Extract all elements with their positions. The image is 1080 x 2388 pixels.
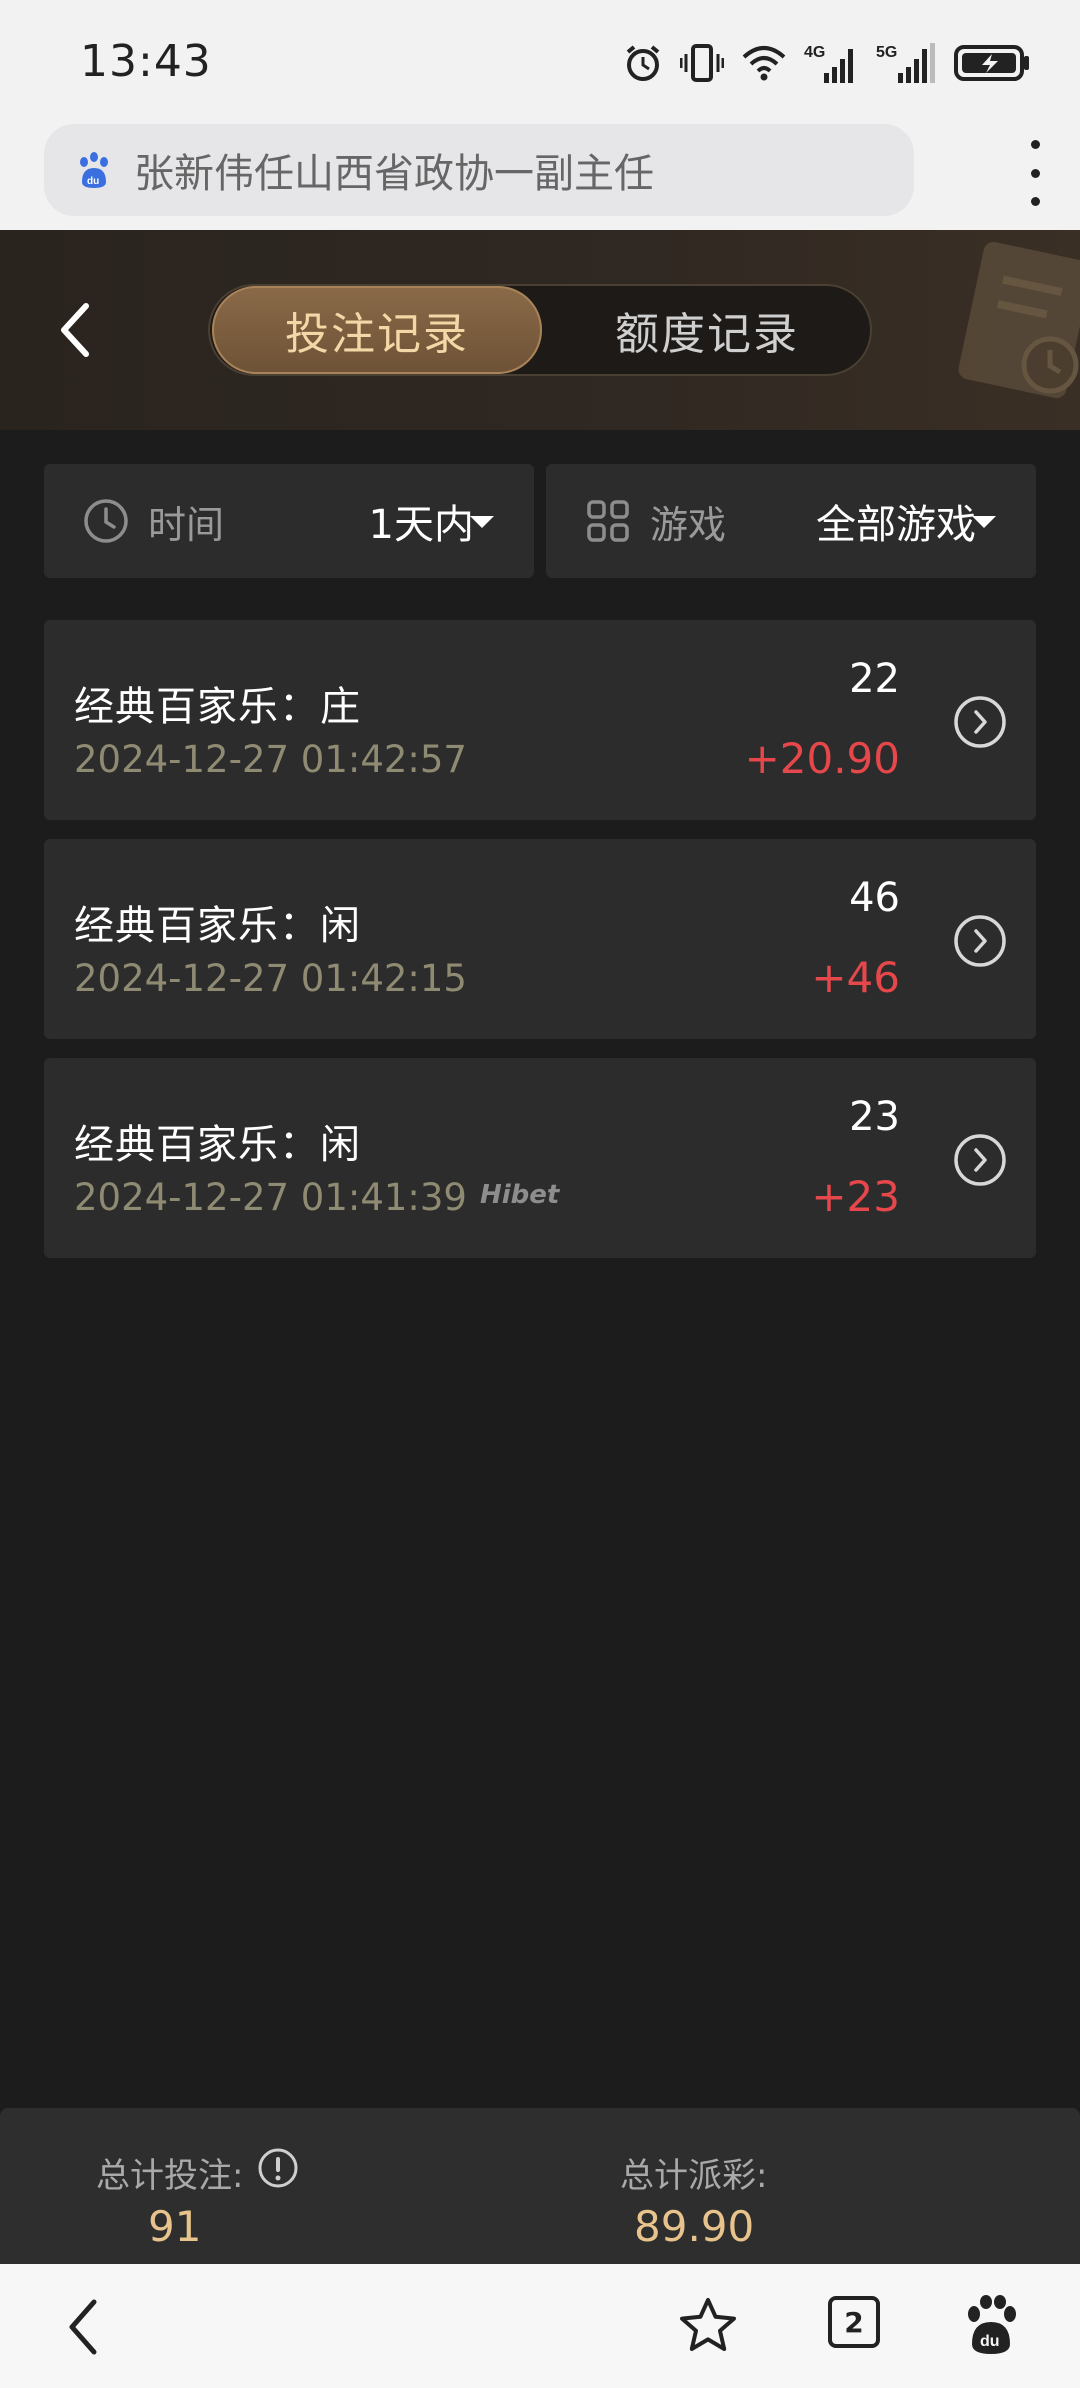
signal-5g-icon: 5G [876, 43, 935, 83]
svg-text:du: du [980, 2333, 1000, 2350]
baidu-home-icon[interactable]: du [960, 2294, 1022, 2356]
wifi-icon [742, 46, 786, 81]
record-title: 经典百家乐：闲 [74, 903, 361, 949]
time-filter-label: 时间 [148, 502, 225, 547]
total-bet-value: 91 [148, 2202, 202, 2251]
info-icon[interactable] [256, 2146, 300, 2190]
svg-text:5G: 5G [876, 44, 897, 61]
bookmark-star-icon[interactable] [676, 2294, 740, 2358]
vibrate-icon [680, 44, 724, 82]
game-filter[interactable]: 游戏 全部游戏 [546, 464, 1036, 578]
tab-credit-records[interactable]: 额度记录 [542, 286, 872, 374]
time-filter-value: 1天内 [368, 502, 474, 548]
search-text: 张新伟任山西省政协一副主任 [134, 151, 654, 197]
record-item[interactable]: 经典百家乐：闲 2024-12-27 01:41:39 23 +23 [44, 1058, 1036, 1258]
more-menu-icon[interactable] [1020, 140, 1050, 206]
browser-bottom-nav: 2 du [0, 2264, 1080, 2388]
watermark-logo: Hibet [480, 1180, 560, 1210]
record-title: 经典百家乐：闲 [74, 1122, 361, 1168]
record-item[interactable]: 经典百家乐：闲 2024-12-27 01:42:15 46 +46 [44, 839, 1036, 1039]
status-bar: 13:43 4G 5G [0, 0, 1080, 118]
record-bet-amount: 46 [849, 875, 900, 921]
svg-text:4G: 4G [804, 44, 825, 61]
browser-bar: du 张新伟任山西省政协一副主任 [0, 118, 1080, 230]
record-type-switch: 投注记录 额度记录 [208, 284, 872, 376]
status-time: 13:43 [80, 36, 212, 87]
record-payout: +23 [811, 1172, 900, 1221]
record-payout: +20.90 [744, 734, 900, 783]
search-bar[interactable]: du 张新伟任山西省政协一副主任 [44, 124, 914, 216]
record-title: 经典百家乐：庄 [74, 684, 361, 730]
total-bet-label: 总计投注: [96, 2156, 244, 2196]
browser-back-icon[interactable] [60, 2294, 110, 2360]
baidu-logo-icon: du [80, 152, 108, 188]
record-time: 2024-12-27 01:42:57 [74, 738, 467, 781]
game-filter-label: 游戏 [650, 502, 727, 547]
back-arrow-icon[interactable] [50, 290, 100, 370]
game-filter-value: 全部游戏 [816, 502, 976, 548]
signal-4g-icon: 4G [804, 44, 853, 83]
time-filter[interactable]: 时间 1天内 [44, 464, 534, 578]
record-bet-amount: 23 [849, 1094, 900, 1140]
record-payout: +46 [811, 953, 900, 1002]
alarm-icon [626, 45, 660, 81]
tab-bet-records[interactable]: 投注记录 [212, 286, 542, 374]
record-time: 2024-12-27 01:42:15 [74, 957, 467, 1000]
record-book-icon [958, 241, 1080, 399]
total-payout-label: 总计派彩: [620, 2156, 768, 2196]
grid-icon [587, 500, 629, 542]
status-icons: 4G 5G [622, 38, 1030, 88]
record-time: 2024-12-27 01:41:39 [74, 1176, 467, 1219]
chevron-right-circle-icon[interactable] [952, 913, 1008, 969]
tab-switcher-button[interactable]: 2 [828, 2296, 880, 2348]
clock-icon [84, 499, 128, 543]
record-item[interactable]: 经典百家乐：庄 2024-12-27 01:42:57 22 +20.90 [44, 620, 1036, 820]
app-header: 投注记录 额度记录 [0, 230, 1080, 430]
total-payout-value: 89.90 [634, 2202, 755, 2251]
chevron-right-circle-icon[interactable] [952, 694, 1008, 750]
record-bet-amount: 22 [849, 656, 900, 702]
svg-text:du: du [87, 176, 99, 187]
chevron-down-icon [470, 516, 494, 528]
battery-icon [954, 45, 1029, 81]
chevron-right-circle-icon[interactable] [952, 1132, 1008, 1188]
summary-bar: 总计投注: 91 总计派彩: 89.90 [0, 2108, 1080, 2264]
chevron-down-icon [972, 516, 996, 528]
